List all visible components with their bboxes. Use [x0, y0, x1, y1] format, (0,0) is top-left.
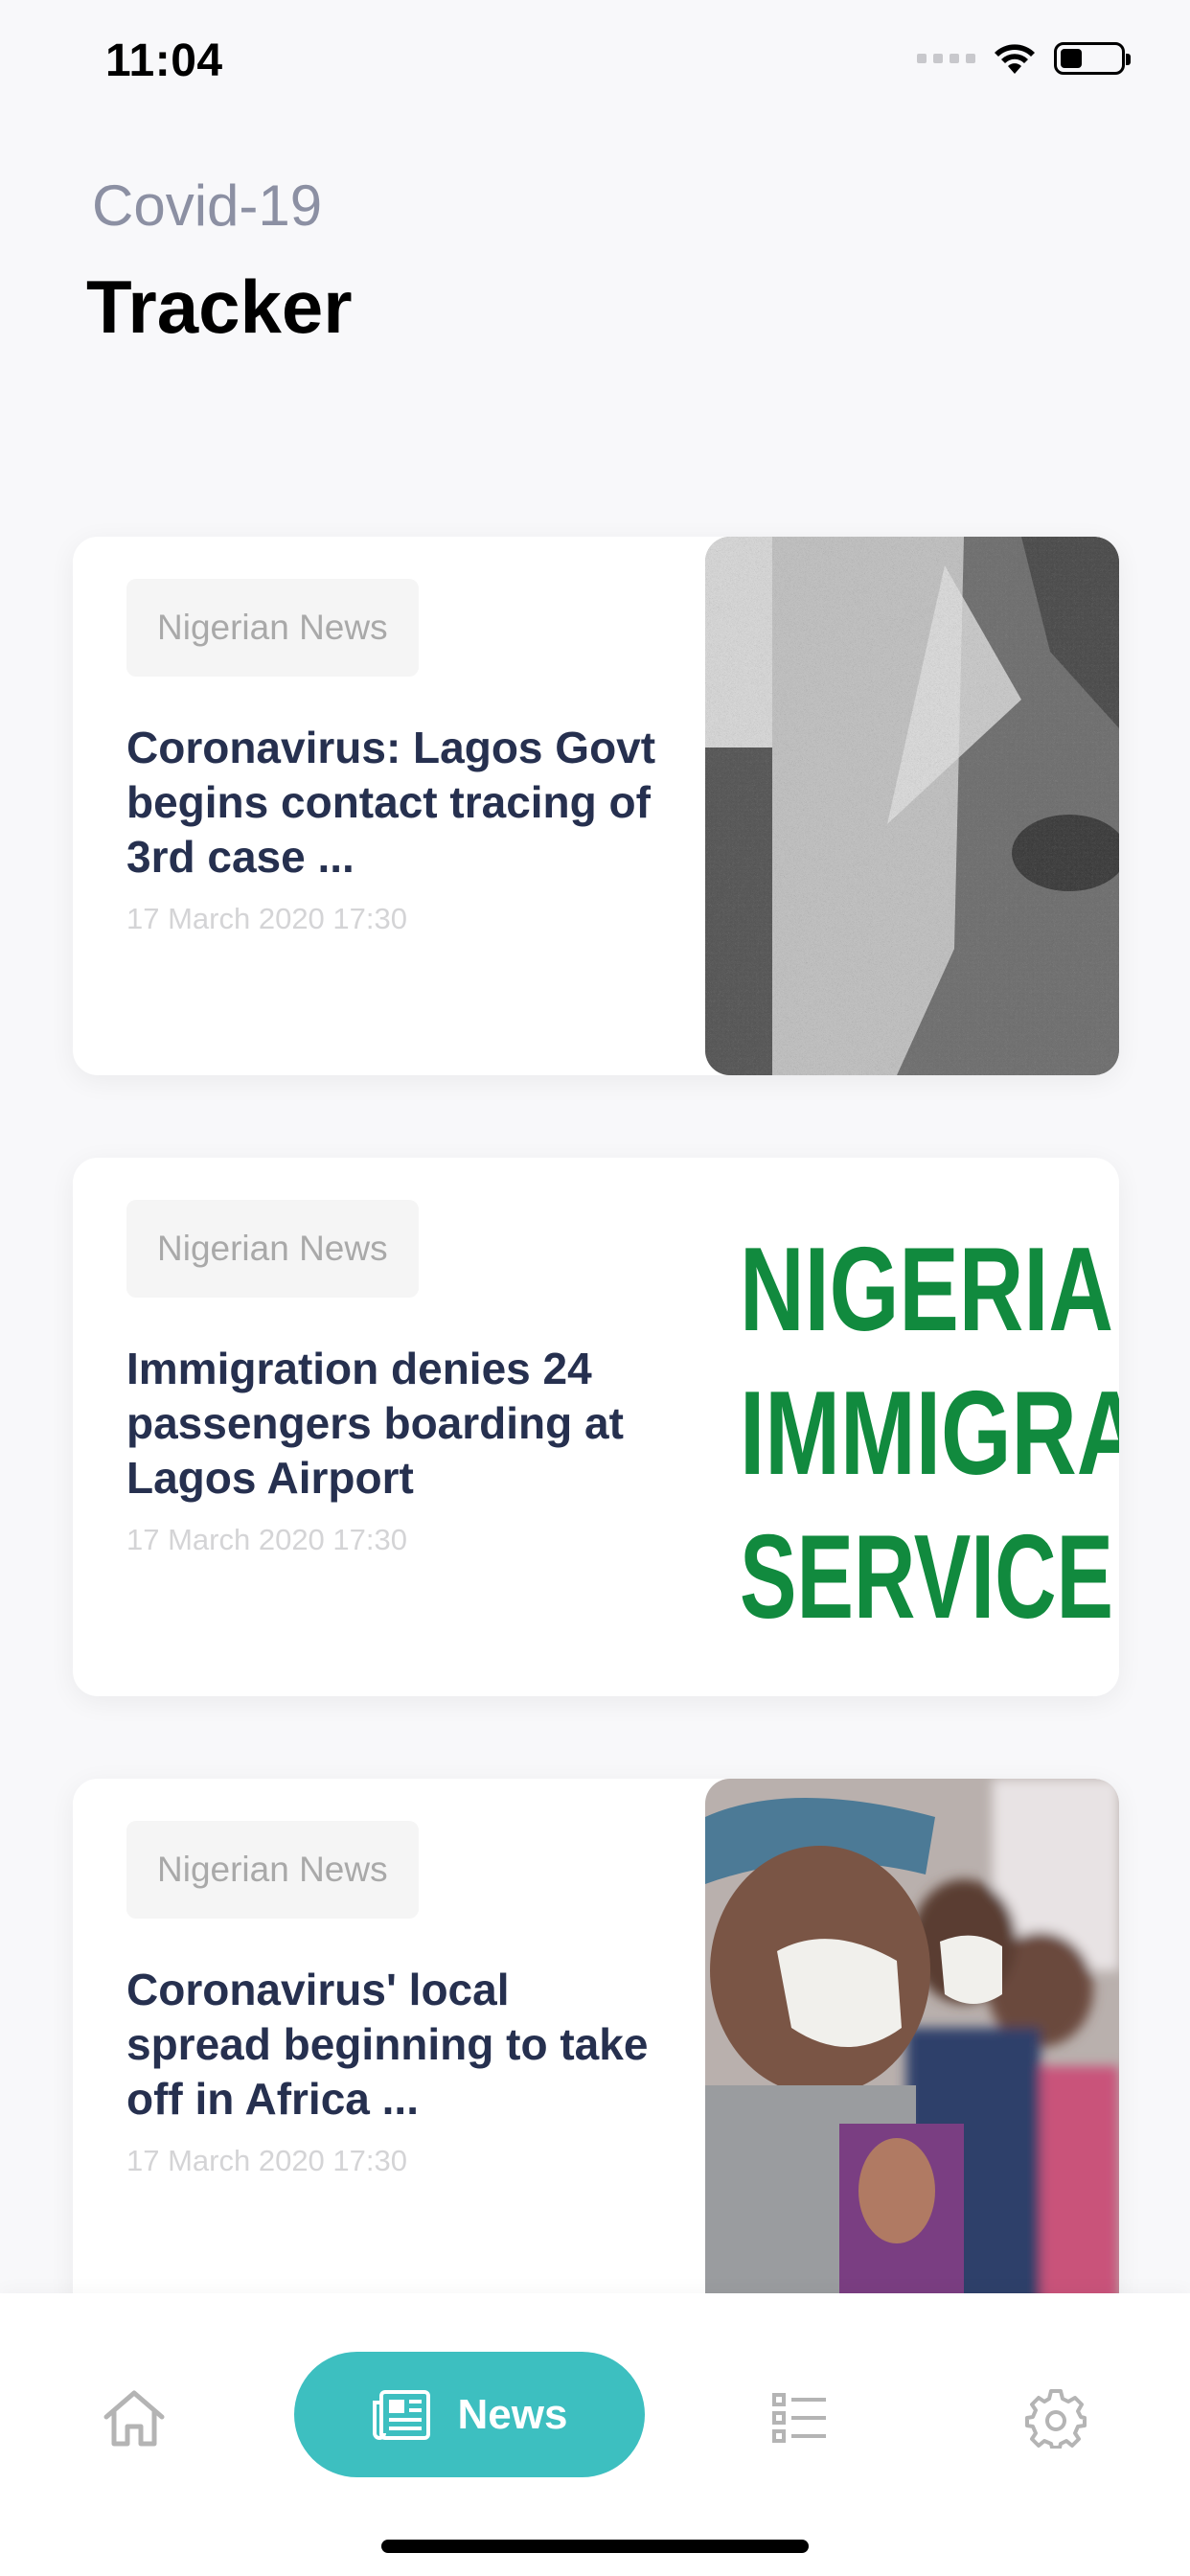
home-icon	[103, 2390, 165, 2447]
news-card[interactable]: Nigerian News Immigration denies 24 pass…	[73, 1158, 1119, 1696]
news-card-text: Nigerian News Coronavirus' local spread …	[126, 1821, 663, 2178]
news-headline: Coronavirus' local spread beginning to t…	[126, 1965, 649, 2124]
logo-text-line: IMMIGRA	[740, 1368, 1119, 1500]
immigration-logo-image: NIGERIA IMMIGRA SERVICE	[740, 1224, 1119, 1644]
status-bar: 11:04	[0, 0, 1190, 129]
home-indicator	[381, 2540, 809, 2553]
children-masks-photo	[705, 1779, 1119, 2317]
logo-text-line: NIGERIA	[740, 1224, 1113, 1356]
status-icons	[917, 42, 1131, 75]
news-icon	[372, 2389, 430, 2440]
news-card-text: Nigerian News Immigration denies 24 pass…	[126, 1200, 663, 1557]
news-thumbnail	[705, 537, 1119, 1075]
wifi-icon	[995, 44, 1035, 74]
page-subtitle: Covid-19	[92, 173, 323, 238]
cellular-signal-icon	[917, 54, 975, 63]
news-headline: Coronavirus: Lagos Govt begins contact t…	[126, 723, 656, 882]
news-list: Nigerian News Coronavirus: Lagos Govt be…	[73, 537, 1119, 2400]
list-icon	[772, 2393, 826, 2443]
battery-icon	[1054, 42, 1131, 75]
category-tag: Nigerian News	[126, 1200, 419, 1298]
bottom-nav: News	[0, 2293, 1190, 2576]
gear-icon	[1025, 2389, 1087, 2449]
news-card[interactable]: Nigerian News Coronavirus: Lagos Govt be…	[73, 537, 1119, 1075]
news-date: 17 March 2020 17:30	[126, 902, 407, 935]
news-thumbnail	[705, 1779, 1119, 2317]
category-tag: Nigerian News	[126, 579, 419, 677]
nav-settings[interactable]	[1016, 2378, 1096, 2458]
news-date: 17 March 2020 17:30	[126, 1523, 407, 1556]
news-card[interactable]: Nigerian News Coronavirus' local spread …	[73, 1779, 1119, 2317]
page-title: Tracker	[86, 264, 353, 349]
nav-news-label: News	[457, 2390, 568, 2438]
nav-list[interactable]	[762, 2380, 838, 2456]
news-headline: Immigration denies 24 passengers boardin…	[126, 1344, 624, 1503]
nav-news-tab[interactable]: News	[294, 2352, 645, 2477]
nav-home[interactable]	[96, 2380, 172, 2456]
news-date: 17 March 2020 17:30	[126, 2144, 407, 2177]
status-time: 11:04	[105, 35, 223, 86]
category-tag: Nigerian News	[126, 1821, 419, 1919]
logo-text-line: SERVICE	[740, 1511, 1113, 1644]
news-photo-grayscale	[705, 537, 1119, 1075]
news-card-text: Nigerian News Coronavirus: Lagos Govt be…	[126, 579, 663, 936]
news-thumbnail: NIGERIA IMMIGRA SERVICE	[705, 1158, 1119, 1696]
